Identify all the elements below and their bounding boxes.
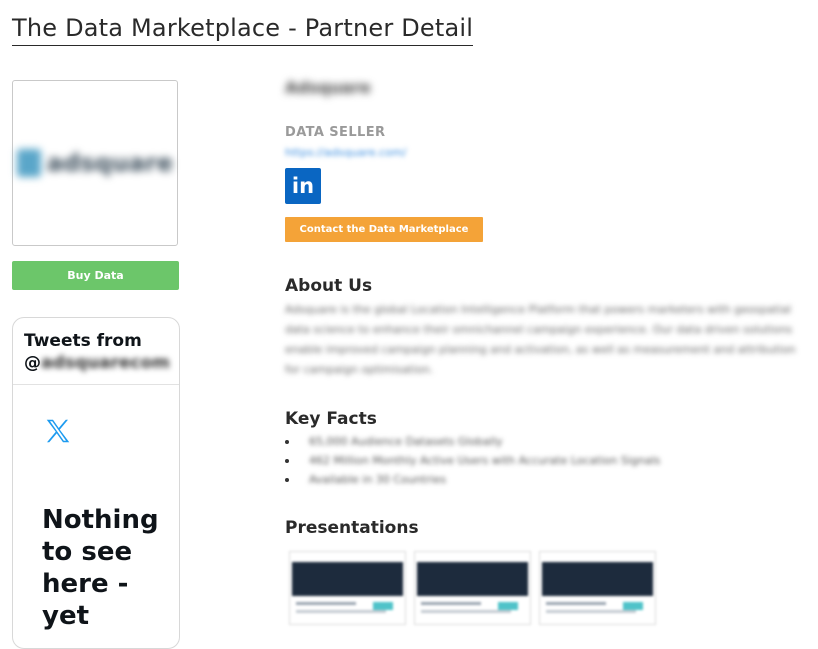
- presentation-thumbnail[interactable]: [414, 551, 531, 625]
- linkedin-icon[interactable]: in: [285, 168, 321, 204]
- logo-wordmark: adsquare: [46, 149, 173, 177]
- tweets-heading: Tweets from: [24, 331, 142, 351]
- partner-type: DATA SELLER: [285, 125, 386, 140]
- tweets-handle[interactable]: @adsquarecom: [24, 352, 170, 374]
- key-facts-heading: Key Facts: [285, 409, 377, 429]
- about-heading: About Us: [285, 276, 373, 296]
- presentations-list: [289, 551, 656, 625]
- key-facts-list: 65,000 Audience Datasets Globally 462 Mi…: [285, 432, 805, 489]
- partner-name: Adsquare: [285, 78, 371, 97]
- partner-logo: adsquare: [12, 80, 178, 246]
- list-item: Available in 30 Countries: [285, 470, 805, 489]
- presentation-thumbnail[interactable]: [539, 551, 656, 625]
- list-item: 65,000 Audience Datasets Globally: [285, 432, 805, 451]
- x-logo-icon: [46, 419, 70, 443]
- about-text: Adsquare is the global Location Intellig…: [285, 303, 796, 376]
- tweets-header: Tweets from @adsquarecom: [13, 318, 179, 385]
- logo-mark: [17, 149, 41, 177]
- bullet-icon: [285, 440, 289, 444]
- list-item: 462 Million Monthly Active Users with Ac…: [285, 451, 805, 470]
- page-title: The Data Marketplace - Partner Detail: [12, 14, 474, 46]
- bullet-icon: [285, 459, 289, 463]
- buy-data-button[interactable]: Buy Data: [12, 261, 179, 290]
- tweets-widget: Tweets from @adsquarecom Nothing to see …: [12, 317, 180, 649]
- contact-marketplace-button[interactable]: Contact the Data Marketplace: [285, 217, 483, 242]
- bullet-icon: [285, 478, 289, 482]
- tweets-empty-message: Nothing to see here - yet: [42, 505, 159, 631]
- presentations-heading: Presentations: [285, 518, 419, 538]
- presentation-thumbnail[interactable]: [289, 551, 406, 625]
- partner-website-link[interactable]: https://adsquare.com/: [285, 146, 406, 159]
